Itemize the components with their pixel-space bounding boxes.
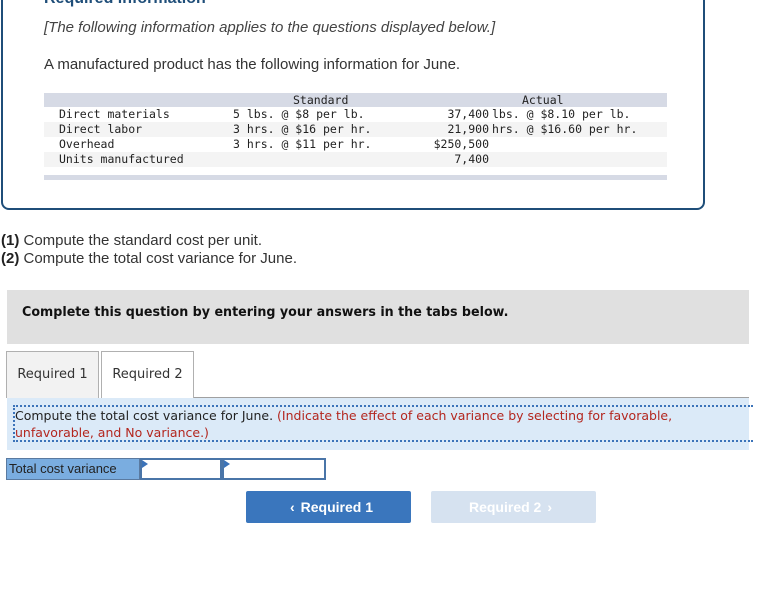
header-actual: Actual [522,93,564,107]
tab-required-2[interactable]: Required 2 [101,351,194,399]
table-row: Units manufactured 7,400 [44,152,667,167]
table-footer-bar [44,175,667,180]
instruction-text: Compute the total cost variance for June… [13,405,753,442]
row-label: Direct labor [59,122,143,136]
variance-effect-select[interactable] [222,458,326,480]
row-actual-unit: hrs. @ $16.60 per hr. [492,122,638,136]
variance-amount-input[interactable] [140,458,222,480]
chevron-left-icon: ‹ [289,499,295,515]
row-actual-amount: $250,500 [433,137,489,151]
question-number: (1) [1,232,20,249]
header-standard: Standard [293,93,349,107]
instruction-panel: Compute the total cost variance for June… [7,398,753,450]
next-required-2-button[interactable]: Required 2 › [431,491,596,523]
tab-required-1[interactable]: Required 1 [6,351,99,398]
table-row: Direct labor 3 hrs. @ $16 per hr. 21,900… [44,122,667,137]
row-actual-unit: lbs. @ $8.10 per lb. [492,107,631,121]
row-standard: 3 hrs. @ $16 per hr. [233,122,372,136]
intro-text: [The following information applies to th… [44,19,496,36]
input-flag-icon [142,460,148,468]
banner-text: Complete this question by entering your … [22,304,509,320]
chevron-right-icon: › [547,499,553,515]
row-label: Units manufactured [59,152,184,166]
row-actual-amount: 37,400 [447,107,489,121]
instruction-main: Compute the total cost variance for June… [15,408,278,423]
row-actual-amount: 21,900 [447,122,489,136]
table-row: Direct materials 5 lbs. @ $8 per lb. 37,… [44,107,667,122]
question-2: (2) Compute the total cost variance for … [1,250,297,267]
row-standard: 3 hrs. @ $11 per hr. [233,137,372,151]
question-text: Compute the total cost variance for June… [19,250,298,267]
row-label: Direct materials [59,107,170,121]
panel-title: Required information [44,0,206,8]
description-text: A manufactured product has the following… [44,56,461,73]
prev-required-1-button[interactable]: ‹ Required 1 [246,491,411,523]
row-actual-amount: 7,400 [454,152,489,166]
cost-data-table: Standard Actual Direct materials 5 lbs. … [44,93,667,167]
row-label: Overhead [59,137,115,151]
answer-label: Total cost variance [6,458,140,480]
prev-button-label: Required 1 [300,499,374,515]
table-header-row: Standard Actual [44,93,667,107]
instruction-banner: Complete this question by entering your … [7,290,749,344]
question-number: (2) [1,250,20,267]
row-standard: 5 lbs. @ $8 per lb. [233,107,365,121]
input-flag-icon [224,460,230,468]
question-1: (1) Compute the standard cost per unit. [1,232,262,249]
next-button-label: Required 2 [468,499,542,515]
question-text: Compute the standard cost per unit. [19,232,262,249]
table-row: Overhead 3 hrs. @ $11 per hr. $250,500 [44,137,667,152]
